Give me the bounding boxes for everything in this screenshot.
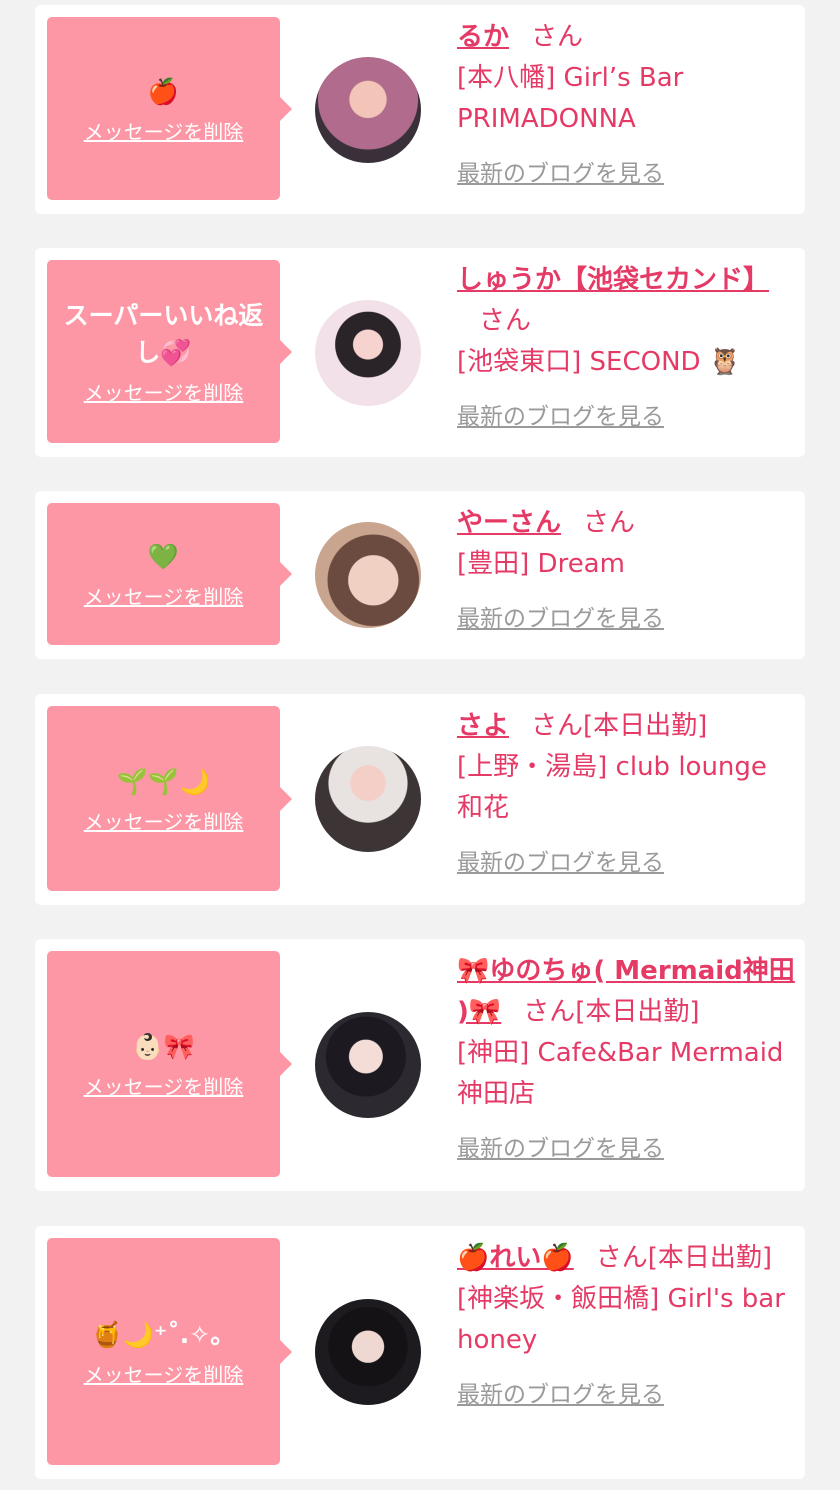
cast-name-link[interactable]: 🍎れい🍎 xyxy=(457,1243,574,1273)
honorific: さん xyxy=(479,306,532,336)
avatar[interactable] xyxy=(315,522,421,628)
cast-name-link[interactable]: しゅうか【池袋セカンド】 xyxy=(457,265,769,295)
honorific: さん[本日出勤] xyxy=(523,997,700,1027)
message-text: スーパーいいね返し💞 xyxy=(63,301,264,367)
name-line: 🎀ゆのちゅ( Mermaid神田 )🎀 さん[本日出勤] xyxy=(457,951,797,1033)
message-bubble: 🍯🌙⁺˚.✧。 メッセージを削除 xyxy=(47,1238,292,1465)
message-text: 💚 xyxy=(147,542,180,571)
avatar[interactable] xyxy=(315,300,421,406)
name-line: るか さん xyxy=(457,17,797,58)
shop-name: [神田] Cafe&Bar Mermaid 神田店 xyxy=(457,1038,784,1109)
delete-message-link[interactable]: メッセージを削除 xyxy=(84,1071,244,1100)
avatar[interactable] xyxy=(315,57,421,163)
cast-info: 🎀ゆのちゅ( Mermaid神田 )🎀 さん[本日出勤] [神田] Cafe&Ba… xyxy=(457,951,797,1163)
message-bubble: 👶🏻🎀 メッセージを削除 xyxy=(47,951,292,1177)
message-card: スーパーいいね返し💞 メッセージを削除 しゅうか【池袋セカンド】さん [池袋東口… xyxy=(35,248,805,457)
avatar[interactable] xyxy=(315,1299,421,1405)
message-bubble: スーパーいいね返し💞 メッセージを削除 xyxy=(47,260,292,443)
message-text: 👶🏻🎀 xyxy=(132,1032,195,1061)
delete-message-link[interactable]: メッセージを削除 xyxy=(84,581,244,610)
honorific: さん xyxy=(531,22,584,52)
shop-name: [豊田] Dream xyxy=(457,549,625,579)
shop-name: [上野・湯島] club lounge 和花 xyxy=(457,752,767,823)
latest-blog-link[interactable]: 最新のブログを見る xyxy=(457,154,664,188)
latest-blog-link[interactable]: 最新のブログを見る xyxy=(457,1375,664,1409)
latest-blog-link[interactable]: 最新のブログを見る xyxy=(457,397,664,431)
message-list: 🍎 メッセージを削除 るか さん [本八幡] Girl’s Bar PRIMADO… xyxy=(0,0,840,1490)
latest-blog-link[interactable]: 最新のブログを見る xyxy=(457,599,664,633)
cast-info: やーさん さん [豊田] Dream 最新のブログを見る xyxy=(457,503,797,633)
message-bubble: 🍎 メッセージを削除 xyxy=(47,17,292,200)
cast-info: るか さん [本八幡] Girl’s Bar PRIMADONNA 最新のブログを… xyxy=(457,17,797,188)
honorific: さん[本日出勤] xyxy=(531,711,708,741)
message-bubble: 🌱🌱🌙 メッセージを削除 xyxy=(47,706,292,891)
message-card: 🍯🌙⁺˚.✧。 メッセージを削除 🍎れい🍎 さん[本日出勤] [神楽坂・飯田橋] … xyxy=(35,1226,805,1479)
delete-message-link[interactable]: メッセージを削除 xyxy=(84,377,244,406)
name-line: 🍎れい🍎 さん[本日出勤] xyxy=(457,1238,797,1279)
name-line: やーさん さん xyxy=(457,503,797,544)
message-card: 🌱🌱🌙 メッセージを削除 さよ さん[本日出勤] [上野・湯島] club lou… xyxy=(35,694,805,905)
shop-name: [池袋東口] SECOND 🦉 xyxy=(457,347,742,377)
message-text: 🍯🌙⁺˚.✧。 xyxy=(91,1319,236,1349)
cast-name-link[interactable]: やーさん xyxy=(457,508,561,538)
shop-name: [本八幡] Girl’s Bar PRIMADONNA xyxy=(457,63,684,134)
honorific: さん[本日出勤] xyxy=(595,1243,773,1273)
avatar[interactable] xyxy=(315,746,421,852)
cast-info: さよ さん[本日出勤] [上野・湯島] club lounge 和花 最新のブログ… xyxy=(457,706,797,877)
delete-message-link[interactable]: メッセージを削除 xyxy=(84,116,244,145)
name-line: しゅうか【池袋セカンド】さん xyxy=(457,260,797,342)
delete-message-link[interactable]: メッセージを削除 xyxy=(84,1359,244,1388)
cast-name-link[interactable]: るか xyxy=(457,22,509,52)
message-text: 🌱🌱🌙 xyxy=(116,766,211,796)
message-text: 🍎 xyxy=(147,76,180,106)
message-bubble: 💚 メッセージを削除 xyxy=(47,503,292,645)
name-line: さよ さん[本日出勤] xyxy=(457,706,797,747)
cast-info: 🍎れい🍎 さん[本日出勤] [神楽坂・飯田橋] Girl's bar honey … xyxy=(457,1238,797,1409)
cast-name-link[interactable]: さよ xyxy=(457,711,509,741)
honorific: さん xyxy=(583,508,636,538)
avatar[interactable] xyxy=(315,1012,421,1118)
message-card: 👶🏻🎀 メッセージを削除 🎀ゆのちゅ( Mermaid神田 )🎀 さん[本日出勤]… xyxy=(35,939,805,1191)
delete-message-link[interactable]: メッセージを削除 xyxy=(84,806,244,835)
latest-blog-link[interactable]: 最新のブログを見る xyxy=(457,1129,664,1163)
message-card: 🍎 メッセージを削除 るか さん [本八幡] Girl’s Bar PRIMADO… xyxy=(35,5,805,214)
message-card: 💚 メッセージを削除 やーさん さん [豊田] Dream 最新のブログを見る xyxy=(35,491,805,659)
latest-blog-link[interactable]: 最新のブログを見る xyxy=(457,843,664,877)
cast-info: しゅうか【池袋セカンド】さん [池袋東口] SECOND 🦉 最新のブログを見る xyxy=(457,260,797,431)
shop-name: [神楽坂・飯田橋] Girl's bar honey xyxy=(457,1284,785,1355)
